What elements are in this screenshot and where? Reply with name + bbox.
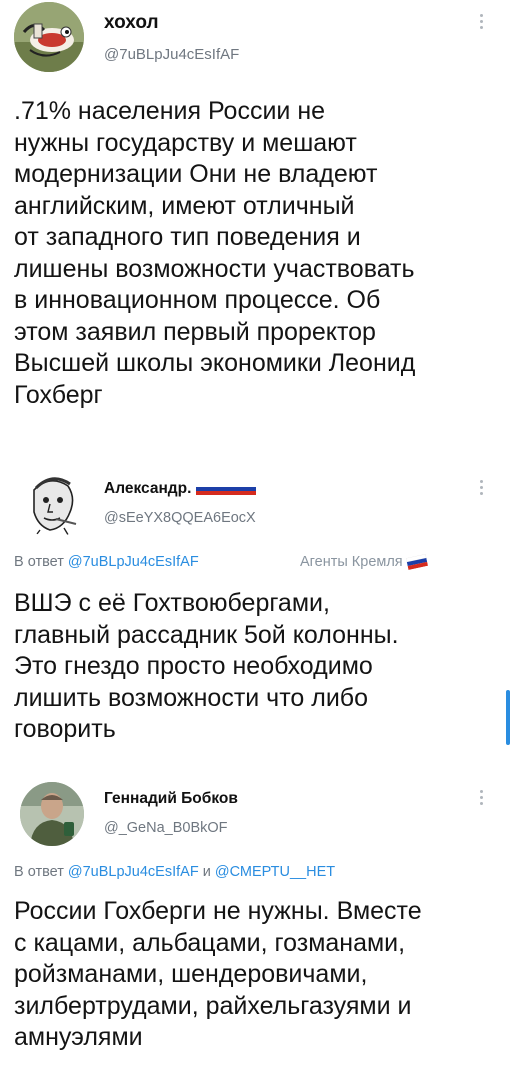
reply-context: В ответ @7uBLpJu4cEsIfAF <box>14 554 199 570</box>
text-line: с кацами, альбацами, гозманами, <box>14 928 406 957</box>
russian-flag-icon <box>405 554 428 571</box>
text-line: ройзманами, шендеровичами, <box>14 960 368 988</box>
text-line: лишены возможности участвовать <box>14 254 415 283</box>
reply-mention[interactable]: @7uBLpJu4cEsIfAF <box>68 864 199 880</box>
avatar[interactable] <box>14 2 84 72</box>
twitter-thread-screenshot: хохол @7uBLpJu4cEsIfAF .71% населения Ро… <box>0 0 512 1080</box>
more-options-icon[interactable] <box>478 14 486 32</box>
author-handle[interactable]: @7uBLpJu4cEsIfAF <box>104 46 239 63</box>
reply-prefix: В ответ <box>14 554 64 570</box>
author-name-text: Александр. <box>104 480 192 498</box>
tweet-1-text: .71% населения России не нужны государст… <box>14 96 504 411</box>
author-name[interactable]: хохол <box>104 12 159 34</box>
text-line: амнуэлями <box>14 1023 143 1051</box>
photo-portrait-icon <box>20 782 84 846</box>
tweet-1-header: хохол @7uBLpJu4cEsIfAF <box>0 0 512 90</box>
tweet-3-text: России Гохберги не нужны. Вместе с кацам… <box>14 896 504 1054</box>
reply-prefix: В ответ <box>14 864 64 880</box>
text-line: модернизации Они не владеют <box>14 160 378 188</box>
text-line: главный рассадник 5ой колонны. <box>14 620 399 649</box>
text-line: в инновационном процессе. Об <box>14 286 381 314</box>
author-name[interactable]: Геннадий Бобков <box>104 790 238 808</box>
russian-flag-icon <box>195 482 216 495</box>
reply-and: и <box>202 864 211 880</box>
avatar[interactable] <box>20 782 84 846</box>
text-line: Гохберг <box>14 380 103 409</box>
russian-flag-icon <box>215 482 236 495</box>
more-options-icon[interactable] <box>478 480 486 498</box>
text-line: Это гнездо просто необходимо <box>14 652 373 680</box>
agents-label-text: Агенты Кремля <box>300 554 403 570</box>
cartoon-avatar-icon <box>14 2 84 72</box>
text-line: нужны государству и мешают <box>14 128 357 157</box>
tweet-2-header: Александр. @sEeYX8QQEA6EocX <box>0 470 512 550</box>
scrollbar-thumb[interactable] <box>506 690 510 745</box>
russian-flag-icon <box>235 482 256 495</box>
author-handle[interactable]: @sEeYX8QQEA6EocX <box>104 510 256 526</box>
text-line: Высшей школы экономики Леонид <box>14 349 416 377</box>
text-line: зилбертрудами, райхельгазуями и <box>14 991 412 1020</box>
russian-flags <box>195 480 256 498</box>
text-line: английским, имеют отличный <box>14 191 355 220</box>
text-line: .71% населения России не <box>14 97 326 125</box>
author-handle[interactable]: @_GeNa_B0BkOF <box>104 820 228 836</box>
tweet-3-header: Геннадий Бобков @_GeNa_B0BkOF <box>0 780 512 856</box>
reply-mention[interactable]: @7uBLpJu4cEsIfAF <box>68 554 199 570</box>
text-line: от западного тип поведения и <box>14 223 361 251</box>
text-line: говорить <box>14 715 116 743</box>
reply-context: В ответ @7uBLpJu4cEsIfAF и @СМЕРТU__НЕТ <box>14 864 335 880</box>
tweet-2-text: ВШЭ с её Гохтвоюбергами, главный рассадн… <box>14 588 504 746</box>
reply-mention[interactable]: @СМЕРТU__НЕТ <box>215 864 335 880</box>
text-line: этом заявил первый проректор <box>14 317 376 346</box>
text-line: России Гохберги не нужны. Вместе <box>14 897 422 925</box>
sketch-portrait-icon <box>20 472 86 538</box>
text-line: лишить возможности что либо <box>14 683 369 712</box>
more-options-icon[interactable] <box>478 790 486 808</box>
agents-label: Агенты Кремля <box>300 554 428 571</box>
text-line: ВШЭ с её Гохтвоюбергами, <box>14 589 330 617</box>
author-name[interactable]: Александр. <box>104 480 256 498</box>
avatar[interactable] <box>20 472 86 538</box>
